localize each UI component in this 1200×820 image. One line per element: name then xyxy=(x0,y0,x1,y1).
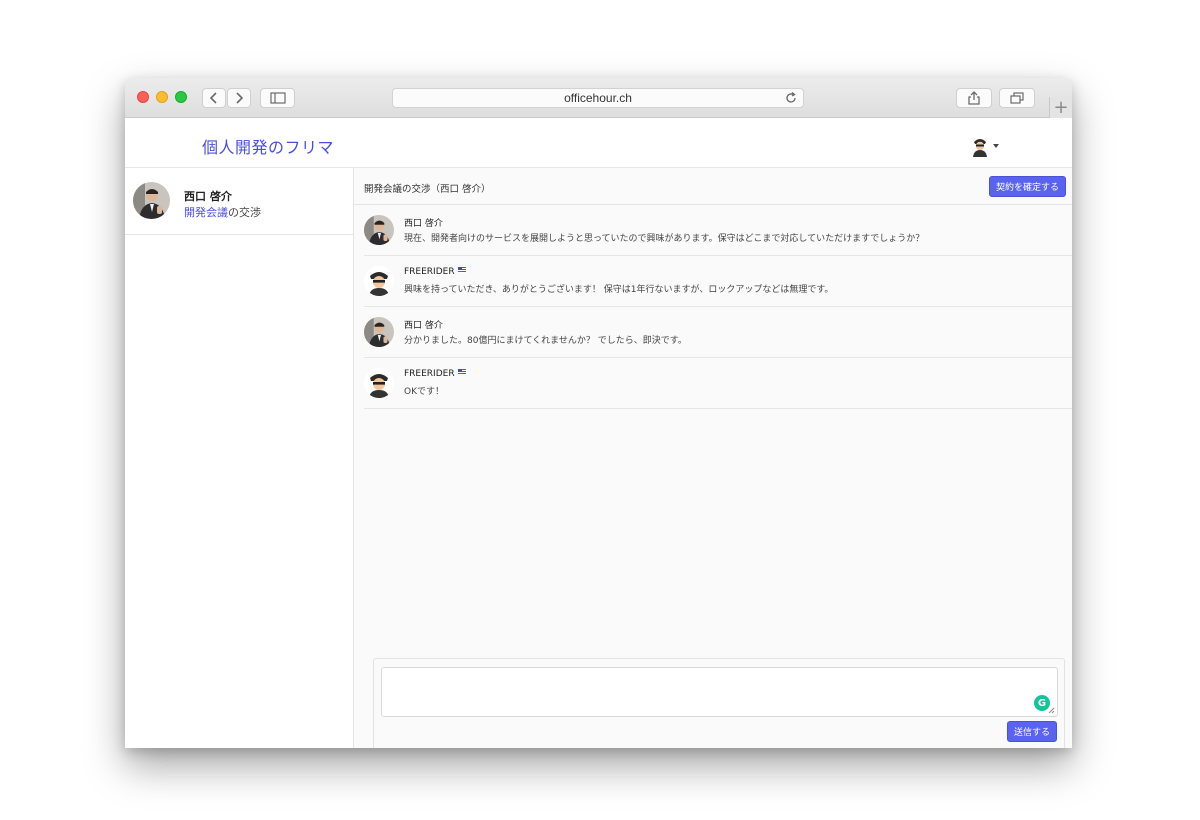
plus-icon: + xyxy=(1053,97,1069,118)
chevron-right-icon xyxy=(236,92,244,104)
browser-window: officehour.ch + 個人開発のフリマ 西口 啓介 開発会議の交渉 開… xyxy=(125,78,1072,748)
resize-handle-icon[interactable] xyxy=(1048,707,1055,714)
message-author: FREERIDER xyxy=(404,267,466,277)
chat-header: 開発会議の交渉（西口 啓介） 契約を確定する xyxy=(354,168,1072,205)
address-bar[interactable]: officehour.ch xyxy=(392,88,804,108)
chat-title: 開発会議の交渉（西口 啓介） xyxy=(364,184,491,195)
conversation-subject-suffix: の交渉 xyxy=(228,206,261,219)
message-list: 西口 啓介 現在、開発者向けのサービスを展開しようと思っていたので興味があります… xyxy=(354,205,1072,409)
back-button[interactable] xyxy=(202,88,226,108)
message-author-name: FREERIDER xyxy=(404,369,455,379)
user-avatar-icon[interactable] xyxy=(970,135,990,157)
message-text: OKです！ xyxy=(404,387,444,397)
forward-button[interactable] xyxy=(227,88,251,108)
message-text: 興味を持っていただき、ありがとうございます！ 保守は1年行ないますが、ロックアッ… xyxy=(404,285,834,295)
chevron-left-icon xyxy=(209,92,217,104)
minimize-window-button[interactable] xyxy=(156,91,168,103)
address-text: officehour.ch xyxy=(564,91,632,105)
us-flag-icon xyxy=(457,267,466,273)
message-author: FREERIDER xyxy=(404,369,466,379)
avatar xyxy=(364,317,394,347)
zoom-window-button[interactable] xyxy=(175,91,187,103)
list-item: 西口 啓介 現在、開発者向けのサービスを展開しようと思っていたので興味があります… xyxy=(364,205,1072,256)
send-button[interactable]: 送信する xyxy=(1007,721,1057,742)
message-author: 西口 啓介 xyxy=(404,219,443,229)
project-link[interactable]: 開発会議 xyxy=(184,206,228,219)
avatar xyxy=(364,266,394,296)
brand-logo[interactable]: 個人開発のフリマ xyxy=(202,134,334,158)
avatar xyxy=(364,368,394,398)
message-text: 分かりました。80億円にまけてくれませんか？ でしたら、即決です。 xyxy=(404,336,687,346)
us-flag-icon xyxy=(457,369,466,375)
chevron-down-icon[interactable] xyxy=(993,144,999,148)
app-header: 個人開発のフリマ xyxy=(125,118,1072,168)
avatar xyxy=(364,215,394,245)
chat-panel: 開発会議の交渉（西口 啓介） 契約を確定する 西口 啓介 現在、開発者向けのサー… xyxy=(354,168,1072,748)
message-text: 現在、開発者向けのサービスを展開しようと思っていたので興味があります。保守はどこ… xyxy=(404,234,925,244)
share-icon xyxy=(968,91,980,105)
tabs-overview-button[interactable] xyxy=(999,88,1035,108)
share-button[interactable] xyxy=(956,88,992,108)
close-window-button[interactable] xyxy=(137,91,149,103)
confirm-contract-button[interactable]: 契約を確定する xyxy=(989,176,1066,197)
message-author-name: FREERIDER xyxy=(404,267,455,277)
conversation-subject: 開発会議の交渉 xyxy=(184,204,261,220)
message-input[interactable]: G xyxy=(381,667,1058,717)
sidebar-icon xyxy=(269,92,286,104)
page-content: 個人開発のフリマ 西口 啓介 開発会議の交渉 開発会議の交渉（西口 啓介） 契約… xyxy=(125,118,1072,748)
message-composer: G 送信する xyxy=(373,658,1065,748)
reload-icon[interactable] xyxy=(785,91,797,107)
list-item: 西口 啓介 分かりました。80億円にまけてくれませんか？ でしたら、即決です。 xyxy=(364,307,1072,358)
avatar xyxy=(133,182,170,219)
new-tab-button[interactable]: + xyxy=(1049,97,1072,118)
browser-titlebar: officehour.ch + xyxy=(125,78,1072,118)
list-item: FREERIDER OKです！ xyxy=(364,358,1072,409)
sidebar-toggle-button[interactable] xyxy=(260,88,295,108)
conversation-item[interactable]: 西口 啓介 開発会議の交渉 xyxy=(125,168,354,235)
message-author: 西口 啓介 xyxy=(404,321,443,331)
list-item: FREERIDER 興味を持っていただき、ありがとうございます！ 保守は1年行な… xyxy=(364,256,1072,307)
conversation-name: 西口 啓介 xyxy=(184,190,232,203)
conversation-sidebar: 西口 啓介 開発会議の交渉 xyxy=(125,168,354,748)
tabs-icon xyxy=(1010,92,1024,104)
